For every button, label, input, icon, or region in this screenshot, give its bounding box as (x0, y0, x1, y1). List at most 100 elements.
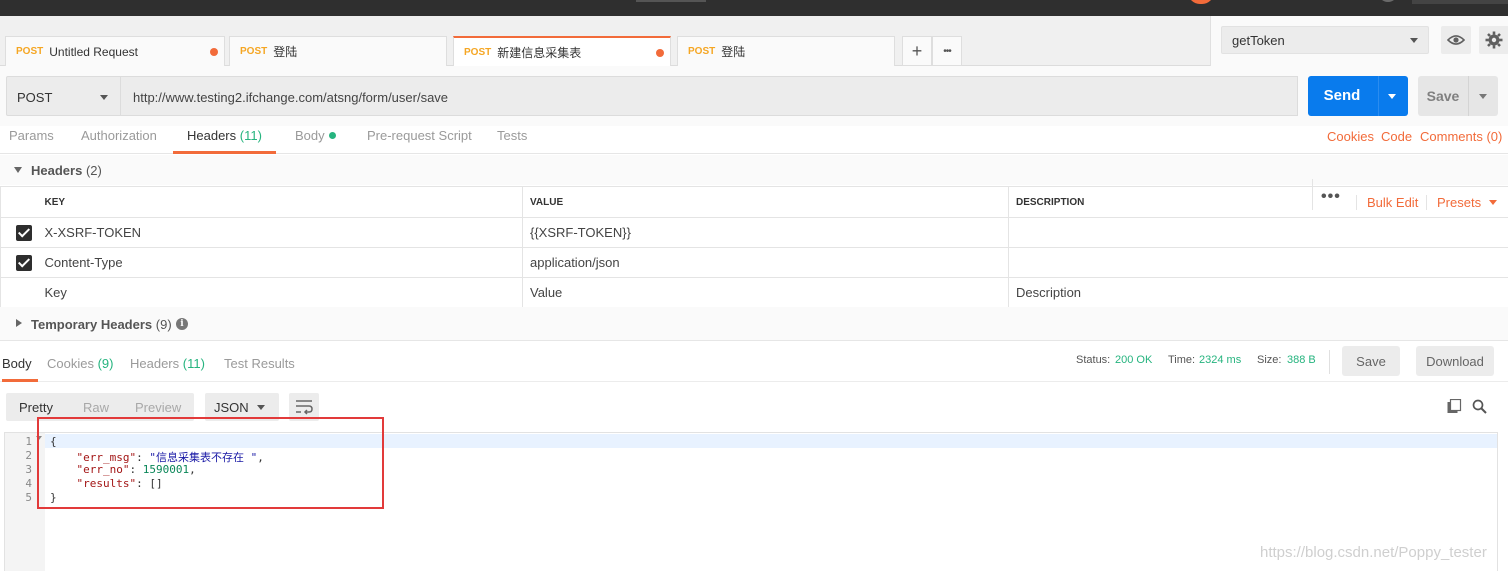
titlebar-right-control[interactable] (1412, 0, 1508, 4)
tab-headers-label: Headers (187, 128, 237, 143)
headers-table: KEY VALUE DESCRIPTION ••• Bulk Edit Pres… (0, 179, 1508, 308)
more-actions-ellipsis-icon[interactable]: ••• (1321, 188, 1341, 206)
save-options-chevron-icon[interactable] (1479, 94, 1487, 99)
method-select[interactable]: POST (6, 76, 120, 116)
plus-icon[interactable]: + (902, 36, 932, 66)
time-label: Time: (1168, 354, 1196, 366)
code-link[interactable]: Code (1381, 129, 1412, 144)
response-headers-label: Headers (130, 356, 180, 371)
description-header-wrap: DESCRIPTION ••• Bulk Edit Presets (1016, 179, 1501, 217)
table-row: X-XSRF-TOKEN {{XSRF-TOKEN}} (0, 217, 1508, 248)
ellipsis-icon[interactable]: ••• (932, 36, 962, 66)
checkbox-checked[interactable] (16, 254, 32, 271)
table-row: Content-Type application/json (0, 247, 1508, 278)
line-number: 4 (25, 477, 32, 490)
tab-authorization[interactable]: Authorization (81, 128, 157, 154)
send-options-chevron-icon[interactable] (1388, 94, 1396, 99)
app-titlebar (0, 0, 1508, 16)
info-icon[interactable]: i (176, 318, 188, 330)
new-key-input[interactable]: Key (37, 277, 523, 308)
temporary-headers-title: Temporary Headers (9) (31, 317, 172, 332)
eye-icon[interactable] (1441, 26, 1471, 54)
save-button[interactable]: Save (1418, 76, 1498, 116)
request-tab-active[interactable]: POST 新建信息采集表 (453, 36, 671, 67)
tab-method: POST (688, 46, 716, 57)
expand-triangle-icon[interactable] (16, 319, 22, 327)
column-divider (1312, 179, 1313, 210)
tab-title: 登陆 (273, 45, 298, 59)
new-value-input[interactable]: Value (522, 277, 1009, 308)
comments-link[interactable]: Comments (0) (1420, 129, 1502, 144)
url-input[interactable]: http://www.testing2.ifchange.com/atsng/f… (120, 76, 1298, 116)
chevron-down-icon (257, 405, 265, 410)
header-value-cell[interactable]: {{XSRF-TOKEN}} (522, 217, 1009, 248)
url-bar: POST http://www.testing2.ifchange.com/at… (0, 66, 1508, 126)
send-divider (1378, 76, 1379, 116)
highlight-annotation-box (37, 417, 384, 509)
bulk-edit-link[interactable]: Bulk Edit (1356, 195, 1418, 210)
tab-headers-count: (11) (239, 128, 262, 143)
line-number: 3 (25, 463, 32, 476)
headers-title-count: (2) (85, 163, 102, 178)
view-pretty-button[interactable]: Pretty (19, 400, 53, 415)
response-tabs-bar: Body Cookies (9) Headers (11) Test Resul… (0, 342, 1508, 382)
collapse-triangle-icon[interactable] (14, 167, 22, 173)
tab-prerequest-script[interactable]: Pre-request Script (367, 128, 472, 154)
headers-section-title: Headers (2) (31, 163, 102, 178)
temporary-headers-count: (9) (155, 317, 172, 332)
time-value: 2324 ms (1199, 354, 1242, 366)
response-cookies-label: Cookies (47, 356, 94, 371)
tab-body[interactable]: Body (295, 128, 336, 154)
size-value: 388 B (1287, 354, 1316, 366)
response-tab-body[interactable]: Body (2, 356, 38, 382)
tab-title: Untitled Request (49, 44, 138, 59)
view-preview-button[interactable]: Preview (135, 400, 181, 415)
header-description-cell[interactable] (1008, 247, 1508, 278)
request-section-tabs: Params Authorization Headers (11) Body P… (0, 126, 1508, 154)
response-headers-count: (11) (182, 356, 205, 371)
titlebar-center-control[interactable] (636, 0, 706, 2)
header-key-cell[interactable]: X-XSRF-TOKEN (37, 217, 523, 248)
request-tab[interactable]: POST 登陆 (677, 36, 895, 66)
tab-tests[interactable]: Tests (497, 128, 527, 154)
cookies-link[interactable]: Cookies (1327, 129, 1374, 144)
column-description: DESCRIPTION (1016, 197, 1085, 208)
save-response-button[interactable]: Save (1342, 346, 1400, 376)
tab-headers[interactable]: Headers (11) (173, 128, 276, 154)
view-raw-button[interactable]: Raw (83, 400, 109, 415)
chevron-down-icon (1489, 200, 1498, 205)
watermark-text: https://blog.csdn.net/Poppy_tester (1260, 544, 1487, 561)
column-key: KEY (37, 186, 523, 218)
temporary-headers-section[interactable]: Temporary Headers (9) i (0, 307, 1508, 341)
gear-icon[interactable] (1479, 26, 1508, 54)
tab-method: POST (464, 47, 492, 58)
column-description-cell: DESCRIPTION ••• Bulk Edit Presets (1008, 179, 1508, 218)
table-header-spacer (0, 186, 38, 218)
header-value-cell[interactable]: application/json (522, 247, 1009, 278)
checkbox-checked[interactable] (16, 224, 32, 241)
header-key-cell[interactable]: Content-Type (37, 247, 523, 278)
download-button[interactable]: Download (1416, 346, 1494, 376)
response-tab-headers[interactable]: Headers (11) (130, 356, 205, 382)
status-label: Status: (1076, 354, 1111, 366)
request-tab[interactable]: POST Untitled Request (5, 36, 225, 66)
presets-dropdown[interactable]: Presets (1426, 195, 1498, 210)
response-tab-cookies[interactable]: Cookies (9) (47, 356, 113, 382)
send-button[interactable]: Send (1308, 76, 1408, 116)
environment-area: getToken (1210, 16, 1508, 66)
environment-select[interactable]: getToken (1221, 26, 1429, 54)
send-label: Send (1323, 87, 1361, 104)
table-row-new: Key Value Description (0, 277, 1508, 308)
request-tab[interactable]: POST 登陆 (229, 36, 447, 66)
user-avatar[interactable] (1378, 0, 1398, 2)
new-description-input[interactable]: Description (1008, 277, 1508, 308)
headers-section-header[interactable]: Headers (2) (0, 155, 1508, 185)
column-value: VALUE (522, 186, 1009, 218)
copy-icon[interactable] (1447, 398, 1462, 417)
response-tab-test-results[interactable]: Test Results (224, 356, 295, 382)
method-value: POST (17, 90, 53, 105)
header-description-cell[interactable] (1008, 217, 1508, 248)
tab-params[interactable]: Params (9, 128, 54, 154)
notification-badge[interactable] (1188, 0, 1214, 4)
search-icon[interactable] (1472, 399, 1487, 417)
